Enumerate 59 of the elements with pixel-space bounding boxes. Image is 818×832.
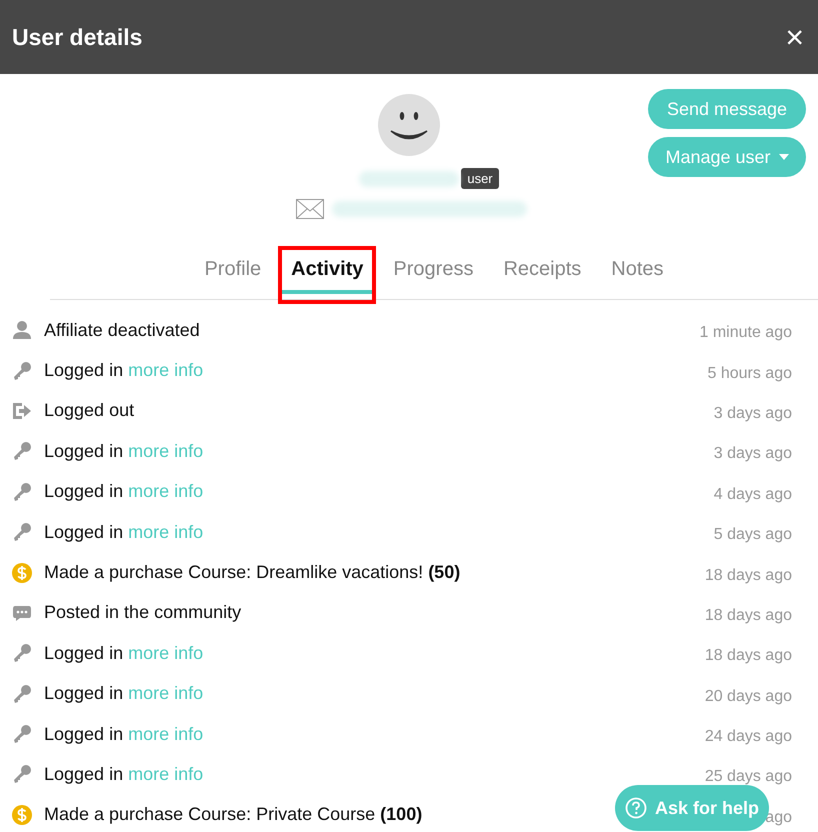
tab[interactable]: Notes bbox=[602, 250, 673, 294]
key-icon bbox=[12, 522, 32, 542]
more-info-link[interactable]: more info bbox=[128, 440, 204, 461]
tab[interactable]: Profile bbox=[195, 250, 270, 294]
activity-text: Made a purchase Course: Private Course (100) bbox=[44, 804, 422, 826]
tab[interactable]: Receipts bbox=[494, 250, 590, 294]
smiley-avatar-icon bbox=[378, 94, 440, 156]
more-info-link[interactable]: more info bbox=[128, 522, 204, 542]
more-info-link[interactable]: more info bbox=[128, 764, 204, 784]
caret-icon bbox=[778, 154, 789, 160]
envelope-icon bbox=[296, 199, 324, 219]
key-icon bbox=[12, 360, 32, 381]
coin-icon bbox=[12, 562, 32, 583]
key-icon bbox=[12, 643, 32, 664]
activity-text: Logged in more info bbox=[44, 360, 204, 382]
activity-time: 24 days ago bbox=[704, 728, 792, 746]
activity-text: Made a purchase Course: Dreamlike vacations! (50) bbox=[44, 562, 460, 584]
activity-text: Logged in more info bbox=[44, 764, 204, 785]
tab[interactable]: Activity bbox=[282, 250, 372, 294]
activity-time: 3 days ago bbox=[714, 445, 792, 464]
more-info-link[interactable]: more info bbox=[128, 683, 204, 704]
activity-text: Logged in more info bbox=[44, 683, 204, 704]
more-info-link[interactable]: more info bbox=[128, 724, 204, 744]
coin-icon bbox=[12, 804, 32, 825]
more-info-link[interactable]: more info bbox=[128, 642, 204, 663]
activity-time: 5 days ago bbox=[714, 526, 792, 544]
activity-time: 4 days ago bbox=[714, 486, 792, 504]
help-icon bbox=[624, 797, 647, 819]
activity-time: 1 minute ago bbox=[699, 324, 792, 342]
activity-time: 18 days ago bbox=[704, 647, 792, 666]
action-button[interactable]: Manage user bbox=[648, 137, 806, 177]
window-title: User details bbox=[12, 24, 142, 50]
key-icon bbox=[12, 441, 32, 462]
activity-time: 18 days ago bbox=[704, 566, 792, 585]
key-icon bbox=[12, 764, 32, 784]
activity-text: Logged out bbox=[44, 400, 134, 422]
activity-text: Affiliate deactivated bbox=[44, 320, 200, 341]
more-info-link[interactable]: more info bbox=[128, 481, 204, 502]
activity-text: Logged in more info bbox=[44, 481, 204, 502]
key-icon bbox=[12, 724, 32, 744]
activity-time: 3 days ago bbox=[714, 404, 792, 423]
logout-icon bbox=[12, 400, 32, 421]
action-button[interactable]: Send message bbox=[648, 89, 806, 129]
more-info-link[interactable]: more info bbox=[128, 360, 204, 380]
activity-time: 5 hours ago bbox=[707, 364, 792, 383]
activity-text: Logged in more info bbox=[44, 642, 204, 664]
activity-text: Logged in more info bbox=[44, 724, 204, 745]
activity-time: 20 days ago bbox=[704, 688, 792, 706]
close-button[interactable]: × bbox=[785, 21, 804, 53]
activity-text: Logged in more info bbox=[44, 440, 204, 462]
activity-text: Logged in more info bbox=[44, 522, 204, 543]
person-icon bbox=[12, 320, 32, 340]
key-icon bbox=[12, 684, 32, 704]
activity-time: 18 days ago bbox=[704, 606, 792, 625]
activity-text: Posted in the community bbox=[44, 602, 242, 624]
activity-time: 25 days ago bbox=[704, 768, 792, 786]
tab[interactable]: Progress bbox=[384, 250, 482, 294]
key-icon bbox=[12, 482, 32, 502]
role-badge: user bbox=[461, 168, 499, 189]
